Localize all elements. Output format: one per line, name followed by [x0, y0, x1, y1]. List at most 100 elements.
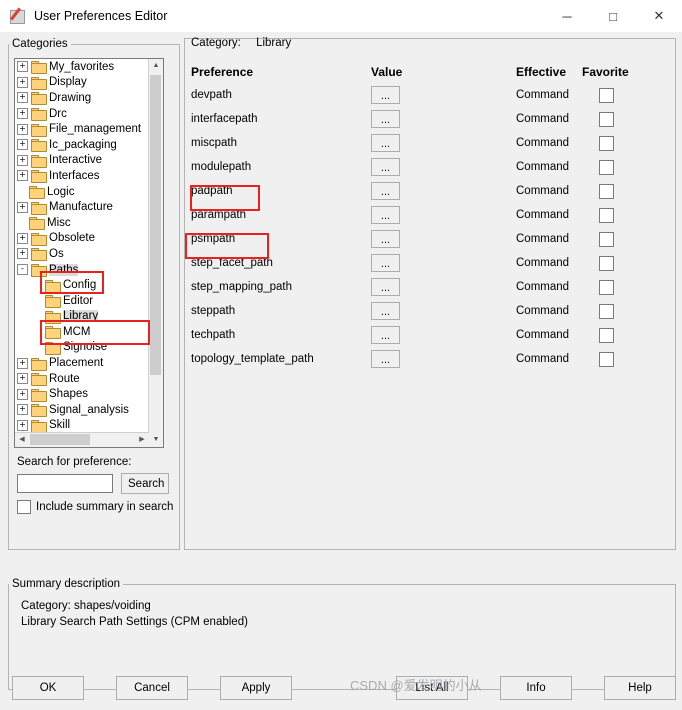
tree-item-config[interactable]: Config [15, 277, 163, 293]
scroll-left-icon[interactable]: ◀ [15, 433, 29, 447]
tree-item-placement[interactable]: + Placement [15, 355, 163, 371]
tree-item-drawing[interactable]: + Drawing [15, 90, 163, 106]
ok-button[interactable]: OK [12, 676, 84, 700]
table-row[interactable]: psmpath... Command [191, 227, 661, 251]
expand-icon[interactable]: + [17, 123, 28, 135]
help-button[interactable]: Help [604, 676, 676, 700]
tree-item-paths[interactable]: - Paths [15, 262, 163, 278]
value-browse-button[interactable]: ... [371, 278, 400, 296]
expand-icon[interactable]: + [17, 248, 28, 260]
value-browse-button[interactable]: ... [371, 158, 400, 176]
tree-item-editor[interactable]: Editor [15, 293, 163, 309]
table-row[interactable]: devpath... Command [191, 83, 661, 107]
info-button[interactable]: Info [500, 676, 572, 700]
tree-item-ic_packaging[interactable]: + Ic_packaging [15, 137, 163, 153]
expand-icon[interactable]: + [17, 232, 28, 244]
expand-icon[interactable]: + [17, 373, 28, 385]
expand-icon[interactable]: + [17, 108, 28, 120]
favorite-checkbox[interactable] [599, 159, 614, 175]
search-input[interactable] [17, 474, 113, 493]
value-browse-button[interactable]: ... [371, 254, 400, 272]
collapse-icon[interactable]: - [17, 264, 28, 276]
column-header-favorite: Favorite [582, 65, 629, 79]
category-tree[interactable]: + My_favorites + Display + Drawing + Drc + File_m… [14, 58, 164, 448]
value-browse-button[interactable]: ... [371, 230, 400, 248]
table-row[interactable]: techpath... Command [191, 323, 661, 347]
table-row[interactable]: steppath... Command [191, 299, 661, 323]
table-row[interactable]: interfacepath... Command [191, 107, 661, 131]
expand-icon[interactable]: + [17, 92, 28, 104]
favorite-checkbox[interactable] [599, 207, 614, 223]
scroll-right-icon[interactable]: ▶ [135, 433, 149, 447]
value-browse-button[interactable]: ... [371, 350, 400, 368]
tree-item-display[interactable]: + Display [15, 75, 163, 91]
table-row[interactable]: modulepath... Command [191, 155, 661, 179]
tree-item-interfaces[interactable]: + Interfaces [15, 168, 163, 184]
value-browse-button[interactable]: ... [371, 182, 400, 200]
search-button[interactable]: Search [121, 473, 169, 494]
tree-item-drc[interactable]: + Drc [15, 106, 163, 122]
value-browse-button[interactable]: ... [371, 302, 400, 320]
tree-vertical-scrollbar[interactable]: ▲ ▼ [148, 59, 163, 447]
table-row[interactable]: step_facet_path... Command [191, 251, 661, 275]
value-browse-button[interactable]: ... [371, 86, 400, 104]
maximize-button[interactable]: □ [590, 0, 636, 32]
value-browse-button[interactable]: ... [371, 110, 400, 128]
value-browse-button[interactable]: ... [371, 134, 400, 152]
tree-item-manufacture[interactable]: + Manufacture [15, 199, 163, 215]
tree-item-shapes[interactable]: + Shapes [15, 386, 163, 402]
scroll-down-icon[interactable]: ▼ [149, 433, 163, 447]
scroll-thumb-horizontal[interactable] [30, 434, 90, 445]
favorite-checkbox[interactable] [599, 303, 614, 319]
tree-item-obsolete[interactable]: + Obsolete [15, 231, 163, 247]
table-row[interactable]: parampath... Command [191, 203, 661, 227]
favorite-checkbox[interactable] [599, 87, 614, 103]
favorite-checkbox[interactable] [599, 255, 614, 271]
expand-icon[interactable]: + [17, 76, 28, 88]
favorite-checkbox[interactable] [599, 183, 614, 199]
tree-item-signal_analysis[interactable]: + Signal_analysis [15, 402, 163, 418]
table-row[interactable]: step_mapping_path... Command [191, 275, 661, 299]
tree-item-misc[interactable]: Misc [15, 215, 163, 231]
apply-button[interactable]: Apply [220, 676, 292, 700]
tree-item-file_management[interactable]: + File_management [15, 121, 163, 137]
tree-item-mcm[interactable]: MCM [15, 324, 163, 340]
expand-icon[interactable]: + [17, 154, 28, 166]
favorite-checkbox[interactable] [599, 111, 614, 127]
tree-item-my_favorites[interactable]: + My_favorites [15, 59, 163, 75]
expand-icon[interactable]: + [17, 404, 28, 416]
tree-item-label: Route [49, 372, 80, 385]
favorite-checkbox[interactable] [599, 327, 614, 343]
table-row[interactable]: topology_template_path... Command [191, 347, 661, 371]
include-summary-checkbox[interactable] [17, 500, 31, 514]
favorite-checkbox[interactable] [599, 135, 614, 151]
tree-item-library[interactable]: Library [15, 309, 163, 325]
expand-icon[interactable]: + [17, 357, 28, 369]
expand-icon[interactable]: + [17, 201, 28, 213]
tree-item-os[interactable]: + Os [15, 246, 163, 262]
expand-icon[interactable]: + [17, 388, 28, 400]
scroll-thumb-vertical[interactable] [150, 75, 161, 375]
expand-icon[interactable]: + [17, 61, 28, 73]
include-summary-row[interactable]: Include summary in search [17, 500, 173, 514]
favorite-checkbox[interactable] [599, 279, 614, 295]
scroll-up-icon[interactable]: ▲ [149, 59, 163, 73]
tree-horizontal-scrollbar[interactable]: ◀ ▶ [15, 432, 149, 447]
value-browse-button[interactable]: ... [371, 206, 400, 224]
expand-icon[interactable]: + [17, 170, 28, 182]
favorite-checkbox[interactable] [599, 351, 614, 367]
value-browse-button[interactable]: ... [371, 326, 400, 344]
table-row[interactable]: miscpath... Command [191, 131, 661, 155]
close-button[interactable]: ✕ [636, 0, 682, 32]
expand-icon[interactable]: + [17, 139, 28, 151]
table-row[interactable]: padpath... Command [191, 179, 661, 203]
tree-item-route[interactable]: + Route [15, 371, 163, 387]
tree-item-skill[interactable]: + Skill [15, 418, 163, 434]
minimize-button[interactable]: ─ [544, 0, 590, 32]
favorite-checkbox[interactable] [599, 231, 614, 247]
expand-icon[interactable]: + [17, 419, 28, 431]
tree-item-signoise[interactable]: Signoise [15, 340, 163, 356]
tree-item-logic[interactable]: Logic [15, 184, 163, 200]
tree-item-interactive[interactable]: + Interactive [15, 153, 163, 169]
cancel-button[interactable]: Cancel [116, 676, 188, 700]
